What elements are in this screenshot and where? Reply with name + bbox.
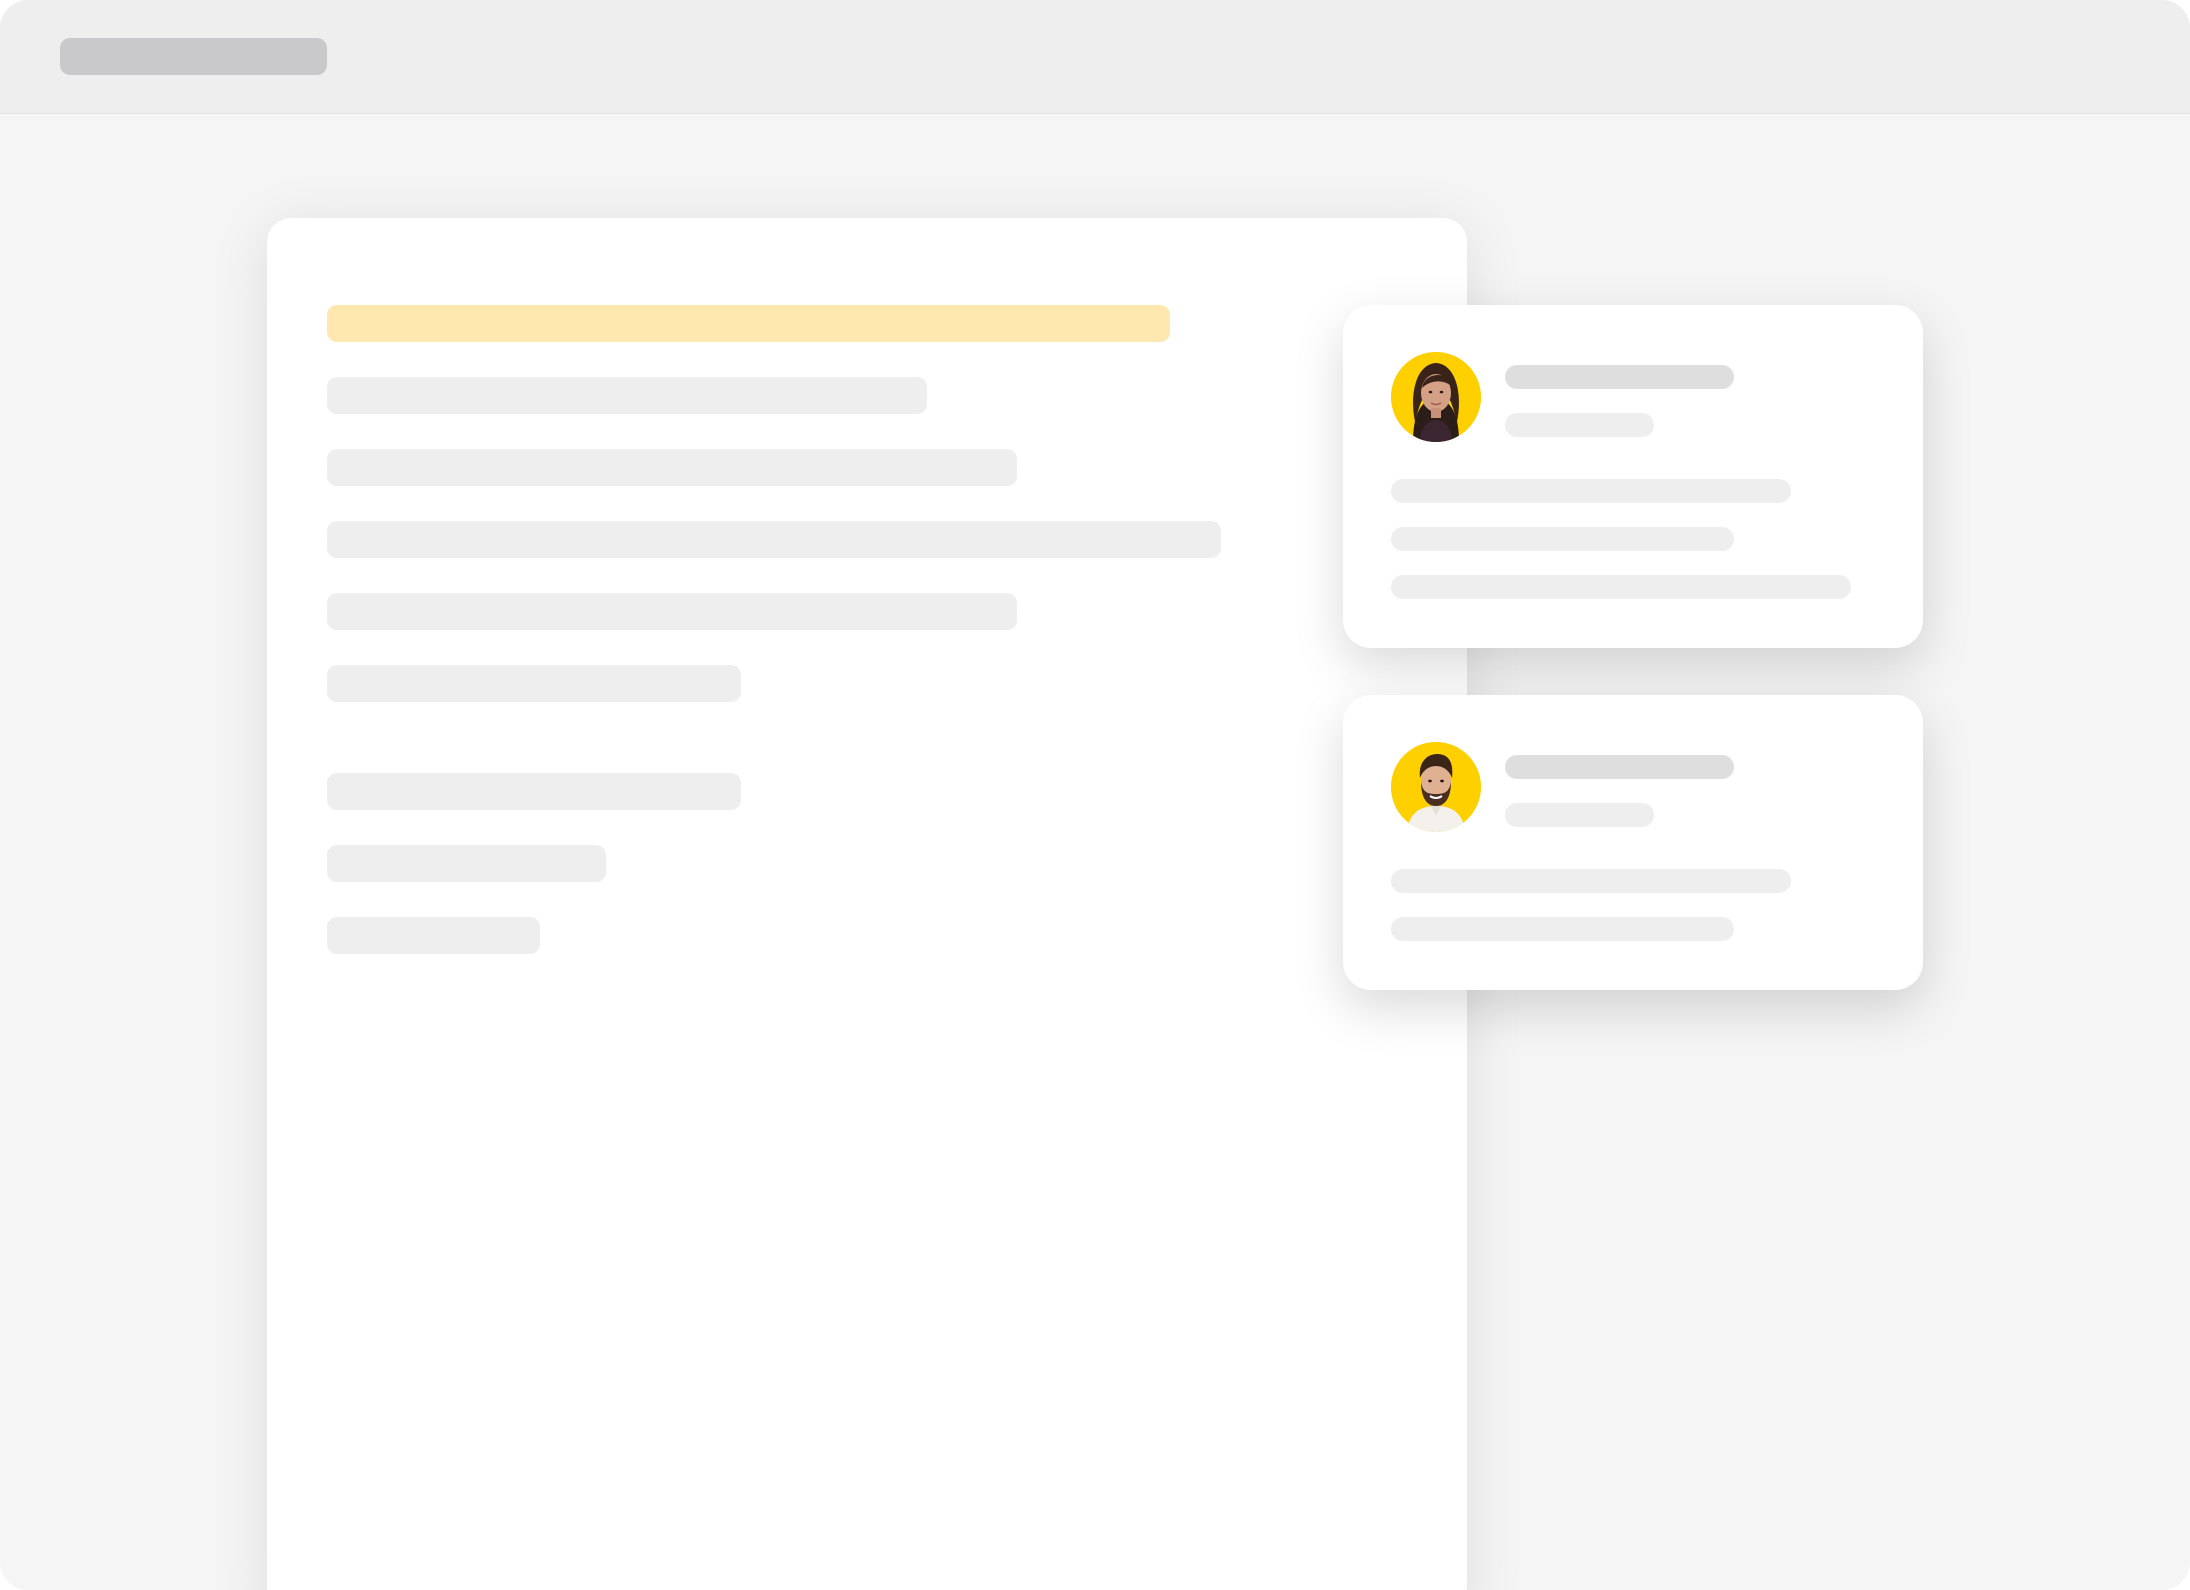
comment-text-placeholder: [1391, 527, 1734, 551]
comment-text-placeholder: [1391, 869, 1791, 893]
author-name-placeholder: [1505, 365, 1734, 389]
comment-text-placeholder: [1391, 917, 1734, 941]
text-line-placeholder: [327, 593, 1017, 630]
comment-time-placeholder: [1505, 803, 1654, 827]
text-line-placeholder: [327, 773, 741, 810]
window-title-placeholder: [60, 38, 327, 75]
document-page[interactable]: [267, 218, 1467, 1590]
text-line-placeholder: [327, 845, 606, 882]
woman-avatar-icon: [1391, 352, 1481, 442]
text-line-placeholder: [327, 377, 927, 414]
comment-text-placeholder: [1391, 479, 1791, 503]
bearded-man-avatar-icon: [1391, 742, 1481, 832]
text-line-placeholder: [327, 521, 1221, 558]
comment-time-placeholder: [1505, 413, 1654, 437]
app-window: [0, 0, 2190, 1590]
text-line-placeholder: [327, 449, 1017, 486]
text-line-placeholder: [327, 917, 540, 954]
comment-card[interactable]: [1343, 695, 1923, 990]
title-bar: [0, 0, 2190, 114]
author-name-placeholder: [1505, 755, 1734, 779]
text-line-placeholder: [327, 665, 741, 702]
comment-card[interactable]: [1343, 305, 1923, 648]
comment-text-placeholder: [1391, 575, 1851, 599]
highlighted-text-line[interactable]: [327, 305, 1170, 342]
